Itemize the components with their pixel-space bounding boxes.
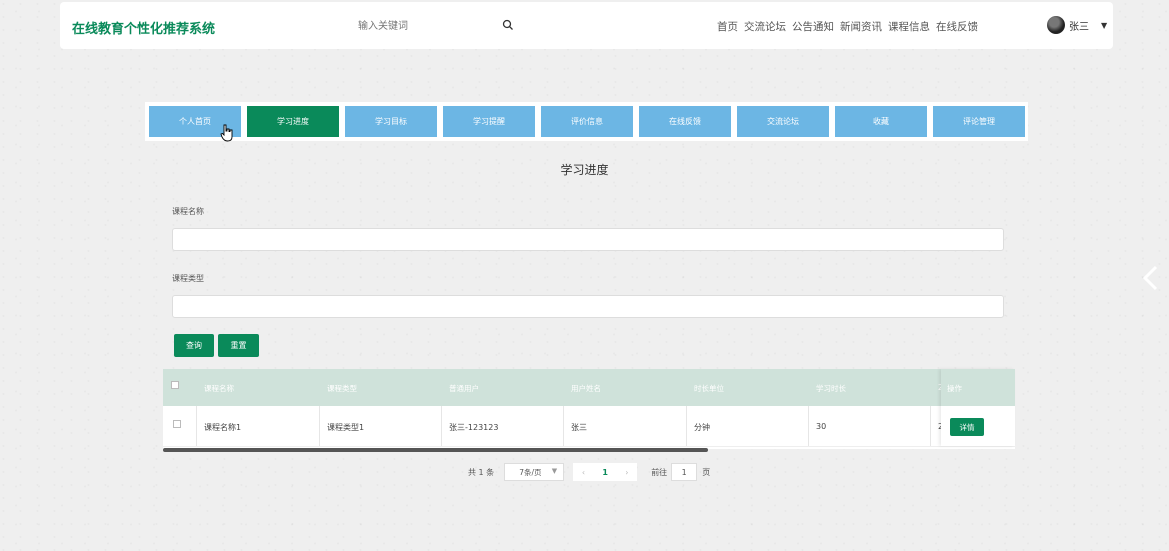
col-study-duration[interactable]: 学习时长 xyxy=(816,383,846,394)
row-checkbox[interactable] xyxy=(173,420,181,428)
cell-divider xyxy=(319,406,320,446)
search-box xyxy=(340,14,522,38)
goto-label: 前往 xyxy=(651,467,668,477)
cell-course-name: 课程名称1 xyxy=(204,423,242,432)
tab-online-feedback[interactable]: 在线反馈 xyxy=(639,106,731,137)
prev-page-button[interactable]: ‹ xyxy=(582,468,585,477)
cell-user-name: 张三 xyxy=(571,423,587,432)
total-count: 共 1 条 xyxy=(468,467,495,477)
tab-evaluation[interactable]: 评价信息 xyxy=(541,106,633,137)
page-title: 学习进度 xyxy=(560,163,609,177)
pagination: 共 1 条 7条/页 ▼ ‹ 1 › 前往 1 页 xyxy=(468,462,710,482)
nav-home[interactable]: 首页 xyxy=(717,19,738,34)
table-header: 课程名称 课程类型 普通用户 用户姓名 时长单位 学习时长 2 xyxy=(163,369,1015,406)
col-course-type[interactable]: 课程类型 xyxy=(327,383,357,394)
nav-notice[interactable]: 公告通知 xyxy=(792,19,834,34)
goto-suffix: 页 xyxy=(702,467,711,477)
detail-button[interactable]: 详情 xyxy=(950,418,984,436)
cell-divider xyxy=(930,406,931,446)
search-icon[interactable] xyxy=(502,19,514,31)
cell-divider xyxy=(196,406,197,446)
select-all-checkbox[interactable] xyxy=(171,381,179,389)
tab-forum[interactable]: 交流论坛 xyxy=(737,106,829,137)
page-size-select[interactable]: 7条/页 ▼ xyxy=(504,463,565,481)
tab-comment-manage[interactable]: 评论管理 xyxy=(933,106,1025,137)
chevron-left-icon[interactable] xyxy=(1141,264,1161,292)
nav-courses[interactable]: 课程信息 xyxy=(888,19,930,34)
cell-time-unit: 分钟 xyxy=(694,423,710,432)
reset-button[interactable]: 重置 xyxy=(218,334,259,357)
user-name[interactable]: 张三 xyxy=(1069,18,1089,33)
user-menu[interactable]: 张三 ▼ xyxy=(1047,16,1107,34)
tab-study-progress[interactable]: 学习进度 xyxy=(247,106,339,137)
cell-study-duration: 30 xyxy=(816,422,827,431)
cell-divider xyxy=(563,406,564,446)
table-horizontal-scrollbar[interactable] xyxy=(163,448,708,452)
nav-feedback[interactable]: 在线反馈 xyxy=(936,19,978,34)
operation-column: 操作 详情 xyxy=(941,369,1015,446)
table-row[interactable]: 课程名称1 课程类型1 张三-123123 张三 分钟 30 2 xyxy=(163,406,1015,447)
nav-forum[interactable]: 交流论坛 xyxy=(744,19,786,34)
site-logo[interactable]: 在线教育个性化推荐系统 xyxy=(72,18,215,37)
cell-user: 张三-123123 xyxy=(449,423,499,432)
tab-study-goal[interactable]: 学习目标 xyxy=(345,106,437,137)
query-button[interactable]: 查询 xyxy=(174,334,214,357)
cell-divider xyxy=(686,406,687,446)
tab-study-reminder[interactable]: 学习提醒 xyxy=(443,106,535,137)
progress-table: 课程名称 课程类型 普通用户 用户姓名 时长单位 学习时长 2 课程名称1 课程… xyxy=(163,369,1015,449)
caret-down-icon[interactable]: ▼ xyxy=(1101,21,1107,30)
hand-cursor-icon xyxy=(220,124,233,142)
col-time-unit[interactable]: 时长单位 xyxy=(694,383,724,394)
course-name-input[interactable] xyxy=(172,228,1004,251)
cell-course-type: 课程类型1 xyxy=(327,423,365,432)
page-size-value: 7条/页 xyxy=(519,467,542,477)
next-page-button[interactable]: › xyxy=(625,468,628,477)
main-nav: 首页 交流论坛 公告通知 新闻资讯 课程信息 在线反馈 xyxy=(717,19,978,34)
current-page[interactable]: 1 xyxy=(602,468,608,477)
operation-header: 操作 xyxy=(941,369,1015,406)
col-course-name[interactable]: 课程名称 xyxy=(204,383,234,394)
col-user-name[interactable]: 用户姓名 xyxy=(571,383,601,394)
page-nav: ‹ 1 › xyxy=(573,463,638,481)
top-header: 在线教育个性化推荐系统 首页 交流论坛 公告通知 新闻资讯 课程信息 在线反馈 … xyxy=(60,2,1113,49)
nav-news[interactable]: 新闻资讯 xyxy=(840,19,882,34)
cell-divider xyxy=(808,406,809,446)
col-user[interactable]: 普通用户 xyxy=(449,383,479,394)
course-type-label: 课程类型 xyxy=(172,274,204,283)
course-type-input[interactable] xyxy=(172,295,1004,318)
center-tab-bar: 个人首页 学习进度 学习目标 学习提醒 评价信息 在线反馈 交流论坛 收藏 评论… xyxy=(145,102,1028,141)
search-input[interactable] xyxy=(340,14,510,38)
chevron-down-icon: ▼ xyxy=(551,467,558,475)
avatar[interactable] xyxy=(1047,16,1065,34)
tab-favorites[interactable]: 收藏 xyxy=(835,106,927,137)
course-name-label: 课程名称 xyxy=(172,207,204,216)
cell-divider xyxy=(441,406,442,446)
goto-page-input[interactable]: 1 xyxy=(671,463,698,481)
col-operation: 操作 xyxy=(947,384,962,393)
